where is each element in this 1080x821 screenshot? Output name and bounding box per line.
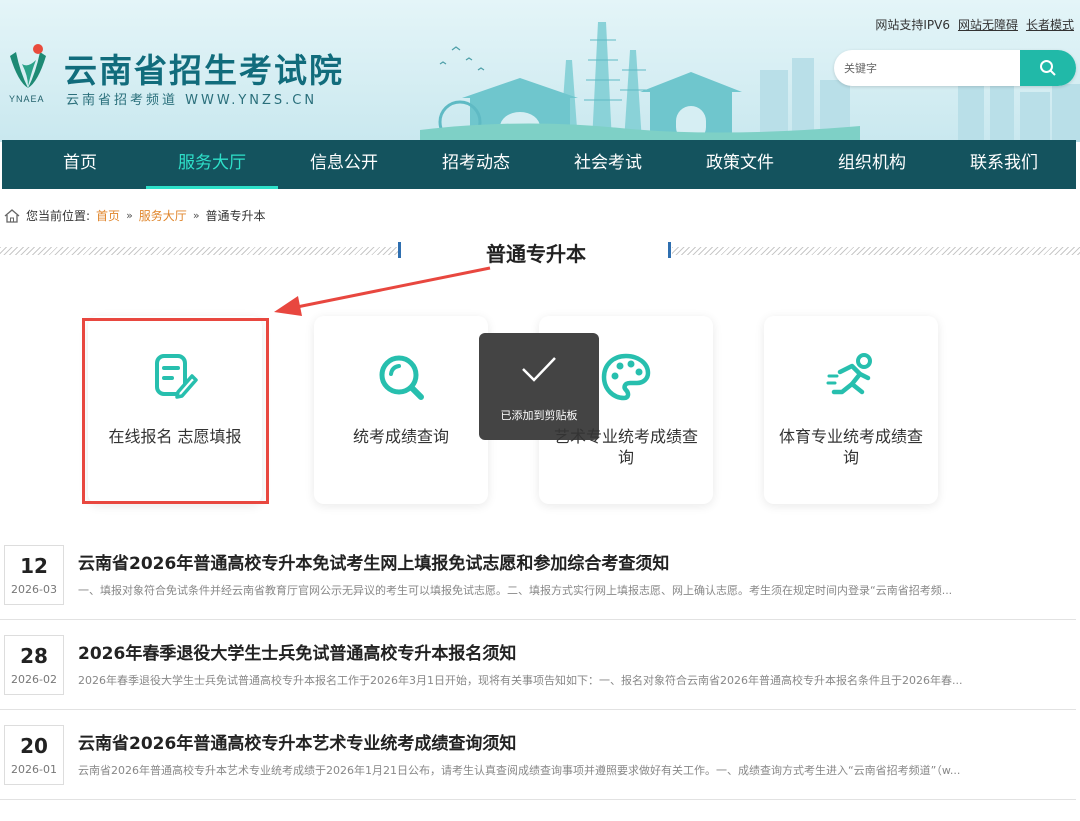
nav-item-policy-docs[interactable]: 政策文件 — [674, 140, 806, 189]
checkmark-icon — [522, 357, 556, 382]
news-title-link[interactable]: 云南省2026年普通高校专升本艺术专业统考成绩查询须知 — [78, 729, 516, 754]
news-item: 12 2026-03 云南省2026年普通高校专升本免试考生网上填报免试志愿和参… — [0, 545, 1080, 635]
news-summary: 一、填报对象符合免试条件并经云南省教育厅官网公示无异议的考生可以填报免试志愿。二… — [78, 584, 953, 597]
elderly-mode-link[interactable]: 长者模式 — [1026, 16, 1074, 33]
nav-item-social-exams[interactable]: 社会考试 — [542, 140, 674, 189]
breadcrumb: 您当前位置: 首页 » 服务大厅 » 普通专升本 — [4, 207, 266, 224]
news-item: 28 2026-02 2026年春季退役大学生士兵免试普通高校专升本报名须知 2… — [0, 635, 1080, 725]
news-date: 28 2026-02 — [4, 635, 64, 695]
news-divider — [0, 619, 1076, 620]
news-item: 20 2026-01 云南省2026年普通高校专升本艺术专业统考成绩查询须知 云… — [0, 725, 1080, 815]
news-day: 28 — [20, 644, 48, 668]
title-hatch-right — [672, 247, 1080, 255]
runner-icon — [826, 353, 872, 395]
nav-item-contact-us[interactable]: 联系我们 — [938, 140, 1070, 189]
section-title-row: 普通专升本 — [0, 238, 1080, 268]
nav-item-info-disclosure[interactable]: 信息公开 — [278, 140, 410, 189]
breadcrumb-home-link[interactable]: 首页 — [96, 207, 120, 224]
breadcrumb-separator: » — [126, 209, 133, 222]
search-input[interactable] — [834, 50, 1020, 86]
nav-item-organization[interactable]: 组织机构 — [806, 140, 938, 189]
news-date: 12 2026-03 — [4, 545, 64, 605]
logo-abbreviation: YNAEA — [9, 94, 45, 104]
main-nav: 首页 服务大厅 信息公开 招考动态 社会考试 政策文件 组织机构 联系我们 — [2, 140, 1076, 189]
service-card-sports-score-query[interactable]: 体育专业统考成绩查询 — [764, 316, 938, 504]
title-hatch-left — [0, 247, 398, 255]
section-title: 普通专升本 — [486, 242, 586, 266]
news-year-month: 2026-02 — [11, 673, 57, 686]
breadcrumb-prefix: 您当前位置: — [26, 209, 91, 223]
title-bar-right — [668, 242, 671, 258]
title-bar-left — [398, 242, 401, 258]
site-title: 云南省招生考试院 — [64, 51, 344, 90]
news-year-month: 2026-01 — [11, 763, 57, 776]
news-year-month: 2026-03 — [11, 583, 57, 596]
service-card-exam-score-query[interactable]: 统考成绩查询 — [314, 316, 488, 504]
news-summary: 云南省2026年普通高校专升本艺术专业统考成绩于2026年1月21日公布，请考生… — [78, 764, 961, 777]
breadcrumb-service-hall-link[interactable]: 服务大厅 — [139, 207, 187, 224]
news-title-link[interactable]: 云南省2026年普通高校专升本免试考生网上填报免试志愿和参加综合考查须知 — [78, 549, 669, 574]
news-divider — [0, 799, 1076, 800]
header-banner: YNAEA 云南省招生考试院 云南省招考频道 WWW.YNZS.CN 网站支持I… — [0, 0, 1080, 142]
search-box — [834, 50, 1076, 86]
nav-item-service-hall[interactable]: 服务大厅 — [146, 140, 278, 189]
news-day: 20 — [20, 734, 48, 758]
card-label: 统考成绩查询 — [352, 427, 449, 446]
palette-icon — [601, 353, 651, 401]
breadcrumb-separator: » — [192, 209, 200, 222]
news-divider — [0, 709, 1076, 710]
top-links: 网站支持IPV6 网站无障碍 长者模式 — [875, 16, 1074, 33]
breadcrumb-current: 普通专升本 — [205, 209, 266, 223]
site-subtitle: 云南省招考频道 WWW.YNZS.CN — [66, 93, 318, 108]
clipboard-toast: 已添加到剪贴板 — [479, 333, 599, 440]
ipv6-link[interactable]: 网站支持IPV6 — [875, 16, 950, 33]
news-summary: 2026年春季退役大学生士兵免试普通高校专升本报名工作于2026年3月1日开始，… — [78, 674, 963, 687]
news-day: 12 — [20, 554, 48, 578]
nav-item-exam-news[interactable]: 招考动态 — [410, 140, 542, 189]
home-icon — [4, 208, 20, 223]
search-button[interactable] — [1020, 50, 1076, 86]
search-icon — [1040, 60, 1056, 76]
news-date: 20 2026-01 — [4, 725, 64, 785]
highlight-box — [82, 318, 269, 504]
accessibility-link[interactable]: 网站无障碍 — [958, 16, 1018, 33]
card-label: 体育专业统考成绩查询 — [778, 427, 923, 467]
search-magnifier-icon — [379, 355, 424, 400]
toast-message: 已添加到剪贴板 — [500, 409, 578, 422]
news-title-link[interactable]: 2026年春季退役大学生士兵免试普通高校专升本报名须知 — [78, 639, 516, 664]
nav-item-home[interactable]: 首页 — [14, 140, 146, 189]
ynaea-logo-icon — [10, 44, 46, 88]
